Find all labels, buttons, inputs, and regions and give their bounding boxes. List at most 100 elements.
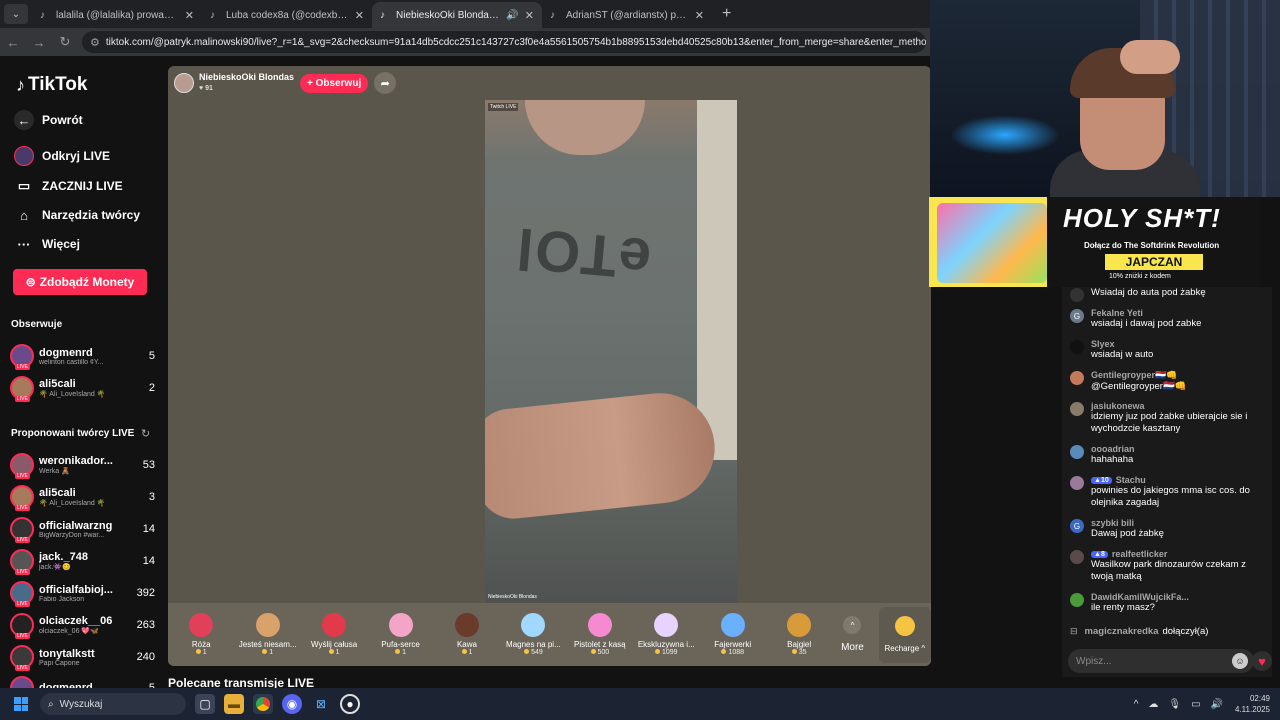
suggested-account[interactable]: LIVE officialfabioj... Fabio Jackson 392 — [10, 578, 155, 608]
tiktok-logo[interactable]: ♪ TikTok — [16, 74, 87, 96]
get-coins-button[interactable]: ⊜ Zdobądź Monety — [13, 269, 147, 295]
windows-taskbar: ⌕ Wyszukaj ▢ ▬ ◉ ⊠ ● ^ ☁ 🎙 ▭ 🔊 02:49 4.11… — [0, 688, 1280, 720]
url-field[interactable]: ⚙ tiktok.com/@patryk.malinowski90/live?_… — [82, 31, 926, 53]
user-avatar[interactable] — [1070, 550, 1084, 564]
gift-item[interactable]: Pistolet z kasą 500 — [567, 613, 633, 656]
gift-item[interactable]: Fajerwerki 1088 — [700, 613, 766, 656]
chrome-icon[interactable] — [253, 694, 273, 714]
gift-item[interactable]: Bajgiel 35 — [766, 613, 832, 656]
suggested-account[interactable]: LIVE jack._748 jack.👾😊 14 — [10, 546, 155, 576]
suggested-account[interactable]: LIVE weronikador... Werka 🧸 53 — [10, 450, 155, 480]
nav-more[interactable]: ··· Więcej — [14, 234, 80, 254]
nav-discover-live[interactable]: Odkryj LIVE — [14, 146, 110, 166]
back-icon[interactable]: ← — [0, 35, 26, 50]
gift-price: 35 — [792, 649, 807, 656]
message-user[interactable]: Gentilegroyper🇳🇱👊 — [1091, 370, 1270, 381]
joined-action: dołączył(a) — [1162, 626, 1209, 637]
gift-item[interactable]: Pufa-serce 1 — [367, 613, 433, 656]
crown-icon — [654, 613, 679, 637]
obs-icon[interactable]: ● — [340, 694, 360, 714]
taskbar-search[interactable]: ⌕ Wyszukaj — [40, 693, 186, 715]
avatar: LIVE — [10, 517, 34, 543]
browser-tab-4[interactable]: ♪ AdrianST (@ardianstx) prowadzi ✕ — [542, 2, 712, 28]
live-video[interactable]: eTOl Twitch LIVE NiebieskoOki Blondas — [485, 100, 737, 603]
gift-item[interactable]: Wyślij całusa 1 — [301, 613, 367, 656]
forward-icon[interactable]: → — [26, 35, 52, 50]
site-info-icon[interactable]: ⚙ — [90, 36, 100, 49]
editor-icon[interactable]: ⊠ — [311, 694, 331, 714]
task-view-icon[interactable]: ▢ — [195, 694, 215, 714]
message-user[interactable]: szybki bili — [1091, 518, 1270, 528]
display-icon[interactable]: ▭ — [1191, 699, 1200, 710]
browser-tab-2[interactable]: ♪ Luba codex8a (@codexba369) ✕ — [202, 2, 372, 28]
address-bar-row: ← → ↻ ⚙ tiktok.com/@patryk.malinowski90/… — [0, 28, 930, 56]
host-name[interactable]: NiebieskoOki Blondas — [199, 72, 294, 83]
user-avatar[interactable]: G — [1070, 309, 1084, 323]
following-account[interactable]: LIVE dogmenrd welinton castillo ¢Y... 5 — [10, 341, 155, 371]
message-user[interactable]: DawidKamilWujcikFa... — [1091, 592, 1270, 602]
message-text: wsiadaj w auto — [1091, 349, 1154, 360]
clock[interactable]: 02:49 4.11.2025 — [1235, 693, 1270, 715]
user-avatar[interactable] — [1070, 371, 1084, 385]
nav-start-live[interactable]: ▭ ZACZNIJ LIVE — [14, 176, 123, 196]
host-avatar[interactable] — [174, 73, 194, 93]
gift-name: Pufa-serce — [381, 640, 420, 649]
windows-start-icon[interactable] — [14, 697, 28, 711]
message-user[interactable]: Fekalne Yeti — [1091, 308, 1270, 318]
message-user[interactable]: realfeetlicker — [1112, 549, 1168, 559]
close-tab-icon[interactable]: ✕ — [695, 9, 704, 22]
microphone-icon[interactable]: 🎙 — [1168, 699, 1181, 710]
suggested-account[interactable]: LIVE tonytalkstt Papi Capone 240 — [10, 642, 155, 672]
speaker-icon[interactable]: 🔊 — [506, 10, 518, 21]
message-user[interactable]: Stachu — [1116, 475, 1146, 485]
gift-item[interactable]: Jesteś niesam... 1 — [234, 613, 300, 656]
discord-icon[interactable]: ◉ — [282, 694, 302, 714]
browser-tab-3[interactable]: ♪ NiebieskoOki Blondas (@patryk... 🔊 ✕ — [372, 2, 542, 28]
suggested-account[interactable]: LIVE ali5cali 🌴 Ali_LoveIsland 🌴 3 — [10, 482, 155, 512]
refresh-icon[interactable]: ↻ — [141, 427, 150, 440]
close-tab-icon[interactable]: ✕ — [525, 9, 534, 22]
viewer-count: 14 — [142, 523, 155, 535]
file-explorer-icon[interactable]: ▬ — [224, 694, 244, 714]
message-user[interactable]: oooadrian — [1091, 444, 1270, 454]
nav-creator-tools[interactable]: ⌂ Narzędzia twórcy — [14, 205, 140, 225]
gift-item[interactable]: Magnes na pi... 549 — [500, 613, 566, 656]
nav-back[interactable]: ← Powrót — [14, 110, 83, 130]
like-heart-button[interactable]: ♥ — [1252, 651, 1272, 671]
following-account[interactable]: LIVE ali5cali 🌴 Ali_LoveIsland 🌴 2 — [10, 373, 155, 403]
volume-icon[interactable]: 🔊 — [1211, 699, 1223, 710]
gift-item[interactable]: Ekskluzywna i... 1099 — [633, 613, 699, 656]
user-avatar[interactable] — [1070, 445, 1084, 459]
gift-item[interactable]: Róża 1 — [168, 613, 234, 656]
chat-input[interactable]: Wpisz... ☺ — [1068, 649, 1254, 673]
close-tab-icon[interactable]: ✕ — [355, 9, 364, 22]
share-icon[interactable]: ➦ — [374, 72, 397, 94]
joined-user[interactable]: magicznakredka — [1085, 626, 1159, 637]
browser-tab-1[interactable]: ♪ lalalila (@lalalika) prowadzi LIVE ✕ — [32, 2, 202, 28]
suggested-account[interactable]: LIVE olciaczek__06 olciaczek_06 💖🦋 263 — [10, 610, 155, 640]
gift-item[interactable]: Kawa 1 — [434, 613, 500, 656]
user-avatar[interactable] — [1070, 593, 1084, 607]
emoji-icon[interactable]: ☺ — [1232, 653, 1248, 669]
tab-title: AdrianST (@ardianstx) prowadzi — [566, 9, 689, 21]
follow-button[interactable]: + Obserwuj — [300, 73, 369, 93]
chevron-up-icon[interactable]: ^ — [1134, 699, 1139, 710]
host-bar: NiebieskoOki Blondas ♥ 91 + Obserwuj ➦ — [174, 72, 397, 94]
message-user[interactable]: jasiukonewa — [1091, 401, 1270, 411]
reload-icon[interactable]: ↻ — [52, 34, 78, 50]
suggested-account[interactable]: LIVE officialwarzng BigWarzyDon #war... 1… — [10, 514, 155, 544]
message-user[interactable]: Slyex — [1091, 339, 1270, 349]
user-avatar[interactable]: G — [1070, 519, 1084, 533]
cloud-icon[interactable]: ☁ — [1148, 699, 1158, 710]
recharge-button[interactable]: Recharge ^ — [878, 606, 931, 663]
likes-count: ♥ 91 — [199, 83, 294, 94]
user-avatar[interactable] — [1070, 340, 1084, 354]
close-tab-icon[interactable]: ✕ — [185, 9, 194, 22]
more-gifts-button[interactable]: ^ More — [832, 616, 872, 653]
user-avatar[interactable] — [1070, 476, 1084, 490]
new-tab-button[interactable]: + — [722, 5, 731, 23]
tab-search-button[interactable]: ⌄ — [4, 4, 28, 24]
user-avatar[interactable] — [1070, 402, 1084, 416]
back-arrow-icon: ← — [14, 110, 34, 130]
message-text: idziemy juz pod żabke ubierajcie sie i w… — [1091, 411, 1248, 434]
